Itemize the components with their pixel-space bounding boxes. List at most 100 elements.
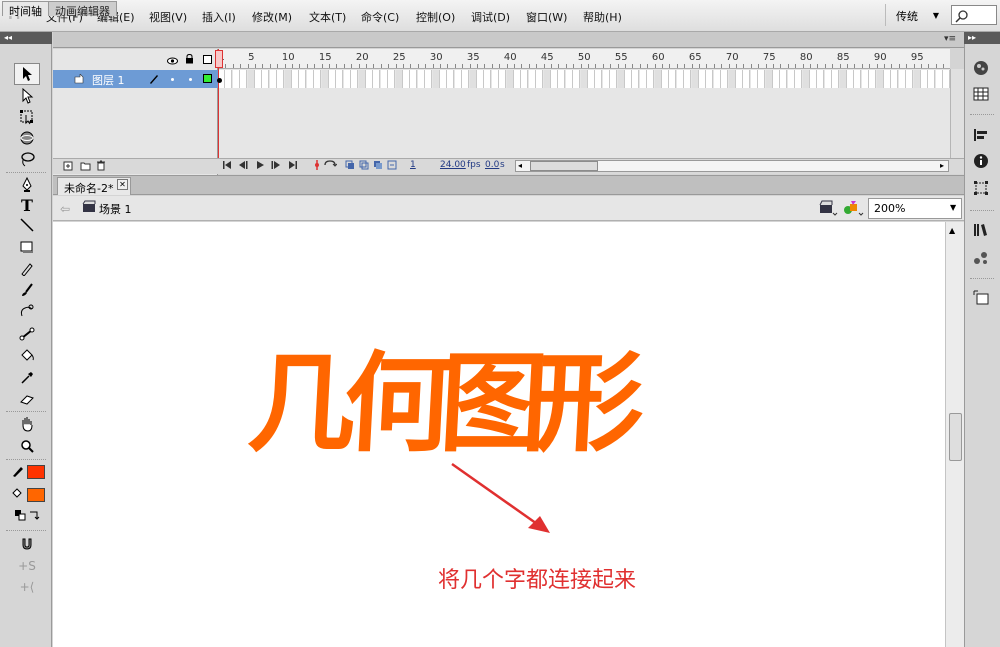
smooth-icon[interactable]: +S — [14, 555, 40, 577]
swap-colors-icon[interactable] — [28, 509, 40, 524]
paint-bucket-icon[interactable] — [14, 345, 40, 367]
search-input[interactable] — [951, 5, 997, 25]
frame-cell[interactable] — [898, 70, 906, 88]
frame-cell[interactable] — [366, 70, 373, 88]
visible-dot[interactable] — [171, 78, 174, 81]
frame-cell[interactable] — [832, 70, 840, 88]
snap-magnet-icon[interactable] — [14, 533, 40, 555]
lasso-icon[interactable] — [14, 148, 40, 170]
frame-cell[interactable] — [329, 70, 336, 88]
frame-cell[interactable] — [351, 70, 359, 88]
frame-cell[interactable] — [891, 70, 899, 88]
lock-dot[interactable] — [189, 78, 192, 81]
frame-cell[interactable] — [551, 70, 558, 88]
onion-skin-icon[interactable] — [345, 160, 355, 173]
stroke-color-swatch[interactable] — [27, 465, 45, 479]
panel-menu-icon[interactable]: ▾≡ — [944, 34, 956, 44]
outline-icon[interactable] — [203, 55, 212, 64]
frame-cell[interactable] — [802, 70, 810, 88]
frame-cell[interactable] — [773, 70, 780, 88]
deco-icon[interactable] — [14, 300, 40, 322]
frame-cell[interactable] — [462, 70, 470, 88]
menu-window[interactable]: 窗口(W) — [526, 9, 567, 25]
menu-text[interactable]: 文本(T) — [309, 9, 346, 25]
scene-name[interactable]: 场景 1 — [99, 201, 132, 217]
frame-cell[interactable] — [514, 70, 521, 88]
menu-commands[interactable]: 命令(C) — [361, 9, 399, 25]
frame-cell[interactable] — [728, 70, 736, 88]
frame-cell[interactable] — [795, 70, 803, 88]
frame-cell[interactable] — [306, 70, 314, 88]
first-frame-icon[interactable] — [222, 160, 232, 173]
edit-multiple-icon[interactable] — [373, 160, 383, 173]
frame-cell[interactable] — [528, 70, 536, 88]
frame-cell[interactable] — [743, 70, 751, 88]
tab-timeline[interactable]: 时间轴 — [2, 1, 49, 18]
frame-cell[interactable] — [373, 70, 381, 88]
frame-cell[interactable] — [876, 70, 884, 88]
frame-cell[interactable] — [425, 70, 433, 88]
frame-cell[interactable] — [750, 70, 758, 88]
frame-cell[interactable] — [943, 70, 950, 88]
timeline-vertical-scrollbar[interactable] — [950, 69, 964, 161]
frame-cell[interactable] — [662, 70, 669, 88]
frame-cell[interactable] — [477, 70, 484, 88]
lock-icon[interactable] — [185, 53, 194, 67]
frame-cell[interactable] — [395, 70, 403, 88]
free-transform-icon[interactable] — [14, 106, 40, 128]
menu-debug[interactable]: 调试(D) — [471, 9, 510, 25]
scroll-left-icon[interactable]: ◂ — [518, 161, 522, 170]
frame-cell[interactable] — [536, 70, 544, 88]
frame-cell[interactable] — [299, 70, 307, 88]
frame-cell[interactable] — [247, 70, 255, 88]
frame-cell[interactable] — [336, 70, 344, 88]
current-frame[interactable]: 1 — [410, 160, 416, 170]
frame-cell[interactable] — [869, 70, 877, 88]
transform-icon[interactable] — [970, 178, 992, 198]
frame-cell[interactable] — [292, 70, 299, 88]
hand-icon[interactable] — [14, 413, 40, 435]
frame-cell[interactable] — [684, 70, 692, 88]
frame-cell[interactable] — [787, 70, 795, 88]
rectangle-icon[interactable] — [14, 236, 40, 258]
stage-title-text[interactable]: 几何图形 — [245, 340, 712, 470]
frame-cell[interactable] — [491, 70, 499, 88]
frame-cell[interactable] — [921, 70, 928, 88]
align-icon[interactable] — [970, 125, 992, 145]
frame-cell[interactable] — [854, 70, 862, 88]
frame-cell[interactable] — [321, 70, 329, 88]
frame-cell[interactable] — [543, 70, 551, 88]
subselection-icon[interactable] — [14, 85, 40, 107]
frame-cell[interactable] — [417, 70, 425, 88]
frame-cell[interactable] — [277, 70, 285, 88]
frame-cell[interactable] — [847, 70, 854, 88]
frame-cell[interactable] — [262, 70, 270, 88]
frame-cell[interactable] — [343, 70, 351, 88]
frame-cell[interactable] — [602, 70, 610, 88]
menu-control[interactable]: 控制(O) — [416, 9, 455, 25]
scroll-up-icon[interactable]: ▲ — [949, 226, 955, 235]
layer-color-swatch[interactable] — [203, 74, 212, 83]
frame-cell[interactable] — [314, 70, 322, 88]
frame-cell[interactable] — [617, 70, 625, 88]
frame-cell[interactable] — [595, 70, 603, 88]
frame-cell[interactable] — [765, 70, 773, 88]
last-frame-icon[interactable] — [288, 160, 298, 173]
frame-cell[interactable] — [440, 70, 447, 88]
frame-cell[interactable] — [824, 70, 832, 88]
frame-cell[interactable] — [240, 70, 248, 88]
color-panel-icon[interactable] — [970, 58, 992, 78]
menu-view[interactable]: 视图(V) — [149, 9, 187, 25]
center-frame-icon[interactable] — [312, 160, 322, 173]
frame-cell[interactable] — [639, 70, 647, 88]
straighten-icon[interactable]: +⟨ — [14, 576, 40, 598]
frame-cell[interactable] — [506, 70, 514, 88]
frame-cell[interactable] — [284, 70, 292, 88]
frame-cell[interactable] — [225, 70, 233, 88]
playhead-handle[interactable] — [215, 50, 223, 68]
pencil-icon[interactable] — [14, 258, 40, 280]
frame-cell[interactable] — [610, 70, 618, 88]
frame-cell[interactable] — [454, 70, 462, 88]
frame-cell[interactable] — [573, 70, 581, 88]
timeline-scroll-thumb[interactable] — [530, 161, 598, 171]
